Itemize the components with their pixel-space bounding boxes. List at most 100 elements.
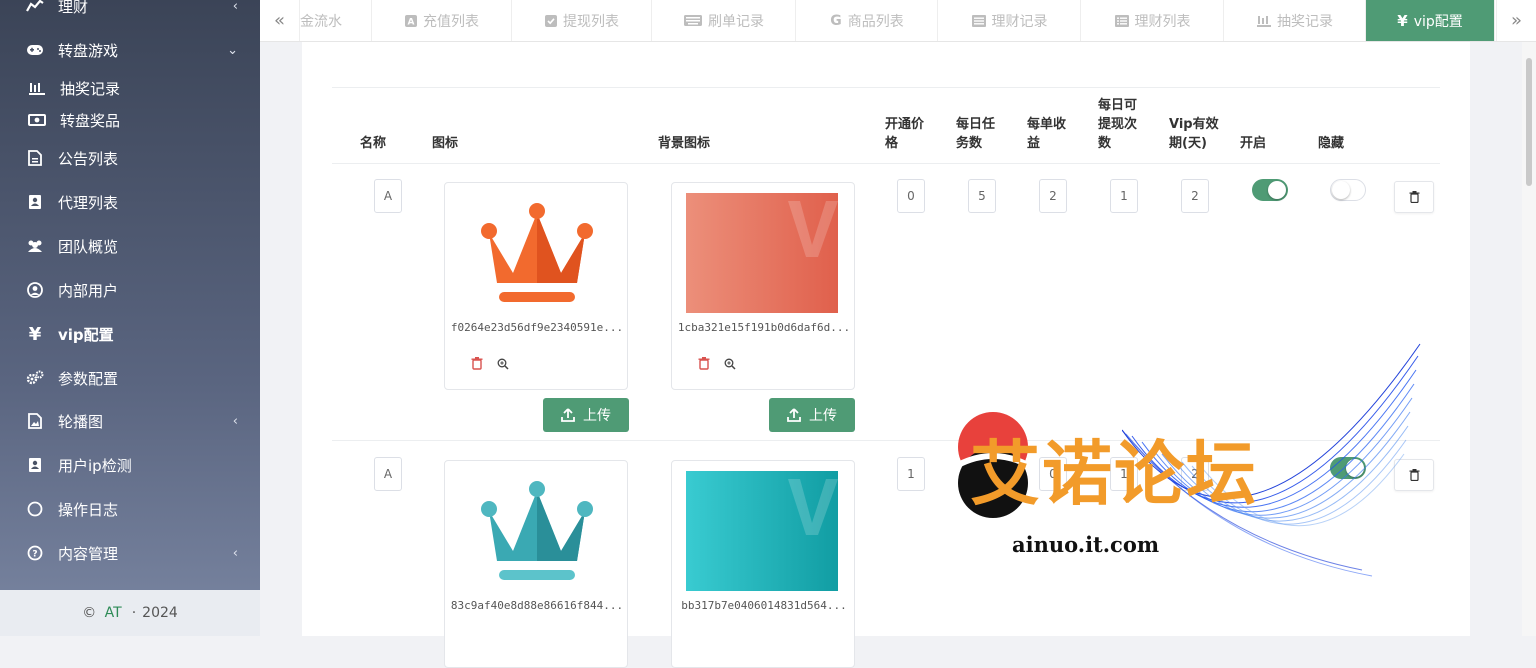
font-icon: A xyxy=(405,14,417,27)
tab-label: 提现列表 xyxy=(563,13,619,30)
zoom-icon[interactable] xyxy=(497,355,509,374)
sidebar-item-label: 理财 xyxy=(58,0,89,16)
sidebar-item-internal-users[interactable]: 内部用户 xyxy=(0,270,260,310)
list-alt-icon xyxy=(1114,14,1129,27)
th-validity-line2: 期(天) xyxy=(1169,136,1207,151)
bg-upload-card: 1cba321e15f191b0d6daf6d... xyxy=(671,182,855,390)
sidebar-item-operation-log[interactable]: 操作日志 xyxy=(0,489,260,529)
footer-separator: · xyxy=(131,605,137,621)
upload-label: 上传 xyxy=(583,408,611,424)
bg-file-name: bb317b7e0406014831d564... xyxy=(681,599,847,612)
tab-recharge-list[interactable]: A 充值列表 xyxy=(373,0,512,41)
price-input[interactable]: 0 xyxy=(897,179,925,213)
sidebar-item-label: 内容管理 xyxy=(58,544,119,563)
sidebar-item-finance[interactable]: 理财 ‹ xyxy=(0,0,260,26)
icon-file-name: f0264e23d56df9e2340591e... xyxy=(450,321,624,334)
sidebar-item-user-ip[interactable]: 用户ip检测 xyxy=(0,445,260,485)
tab-scroll-right-button[interactable]: » xyxy=(1496,0,1536,41)
sidebar-item-label: 公告列表 xyxy=(58,149,119,168)
sidebar-item-label: vip配置 xyxy=(58,325,114,344)
delete-row-button[interactable] xyxy=(1394,181,1434,213)
th-daily-tasks-line2: 务数 xyxy=(956,136,983,151)
th-price-line2: 格 xyxy=(885,136,899,151)
image-icon xyxy=(26,412,44,430)
name-input[interactable]: A xyxy=(374,179,402,213)
sidebar-item-label: 代理列表 xyxy=(58,193,119,212)
tab-finance-list[interactable]: 理财列表 xyxy=(1082,0,1224,41)
sidebar-item-label: 轮播图 xyxy=(58,412,104,431)
th-hidden: 隐藏 xyxy=(1318,136,1345,151)
crown-image xyxy=(481,481,593,580)
th-validity: Vip有效 期(天) xyxy=(1169,115,1219,153)
tab-product-list[interactable]: G 商品列表 xyxy=(797,0,938,41)
toggle-knob xyxy=(1332,181,1350,199)
sidebar-item-carousel[interactable]: 轮播图 ‹ xyxy=(0,401,260,441)
sidebar-item-team-overview[interactable]: 团队概览 xyxy=(0,226,260,266)
price-input[interactable]: 1 xyxy=(897,457,925,491)
th-withdraw: 每日可 提现次 数 xyxy=(1098,96,1137,153)
tab-scroll-left-button[interactable]: « xyxy=(260,0,300,41)
brand-link[interactable]: AT xyxy=(105,605,122,621)
sidebar-item-params[interactable]: 参数配置 xyxy=(0,358,260,398)
tab-label: vip配置 xyxy=(1413,13,1463,30)
document-icon xyxy=(26,149,44,167)
withdraw-input[interactable]: 1 xyxy=(1110,179,1138,213)
sidebar-item-vip-config[interactable]: ¥ vip配置 xyxy=(0,314,260,354)
tab-order-records[interactable]: 刷单记录 xyxy=(653,0,796,41)
trash-icon xyxy=(1409,188,1420,207)
gears-icon xyxy=(26,369,44,387)
icon-upload-button[interactable]: 上传 xyxy=(543,398,629,432)
sidebar-item-wheel-prizes[interactable]: 转盘奖品 xyxy=(0,105,260,135)
name-input[interactable]: A xyxy=(374,457,402,491)
upload-icon xyxy=(561,408,575,422)
sidebar-item-announcements[interactable]: 公告列表 xyxy=(0,138,260,178)
per-order-input[interactable]: 2 xyxy=(1039,179,1067,213)
id-card-icon xyxy=(26,456,44,474)
sidebar-item-label: 转盘奖品 xyxy=(60,111,121,130)
tab-finance-records[interactable]: 理财记录 xyxy=(939,0,1081,41)
th-withdraw-line3: 数 xyxy=(1098,136,1112,151)
sidebar-item-content-management[interactable]: ? 内容管理 ‹ xyxy=(0,533,260,573)
th-name: 名称 xyxy=(360,136,387,151)
scrollbar-thumb[interactable] xyxy=(1526,58,1532,186)
users-icon xyxy=(26,237,44,255)
yen-icon: ¥ xyxy=(1397,11,1408,30)
validity-input[interactable]: 2 xyxy=(1181,179,1209,213)
th-per-order-line2: 益 xyxy=(1027,136,1041,151)
sidebar: 理财 ‹ 转盘游戏 ⌄ 抽奖记录 转盘奖品 公告列表 代理列表 团队概览 内部用… xyxy=(0,0,260,636)
tab-withdraw-list[interactable]: 提现列表 xyxy=(513,0,652,41)
th-per-order-line1: 每单收 xyxy=(1027,117,1067,132)
th-price-line1: 开通价 xyxy=(885,117,925,132)
sidebar-item-agents[interactable]: 代理列表 xyxy=(0,182,260,222)
tab-vip-config[interactable]: ¥ vip配置 xyxy=(1366,0,1495,41)
sidebar-item-label: 内部用户 xyxy=(58,281,119,300)
vertical-scrollbar[interactable] xyxy=(1522,42,1536,636)
icon-upload-card: 83c9af40e8d88e86616f844... xyxy=(444,460,628,668)
tab-fund-flow[interactable]: 金流水 xyxy=(300,0,372,41)
google-icon: G xyxy=(830,12,842,29)
upload-label: 上传 xyxy=(809,408,837,424)
daily-tasks-input[interactable]: 5 xyxy=(968,179,996,213)
sidebar-footer: © AT · 2024 xyxy=(0,590,260,636)
gamepad-icon xyxy=(26,41,44,59)
delete-icon[interactable] xyxy=(698,355,710,374)
sidebar-item-lottery-records[interactable]: 抽奖记录 xyxy=(0,73,260,103)
tab-lottery-records[interactable]: 抽奖记录 xyxy=(1225,0,1366,41)
th-per-order: 每单收 益 xyxy=(1027,115,1066,153)
delete-icon[interactable] xyxy=(471,355,483,374)
tab-label: 理财记录 xyxy=(991,13,1048,30)
th-bg-icon: 背景图标 xyxy=(658,136,711,151)
th-enabled: 开启 xyxy=(1240,136,1267,151)
bg-file-name: 1cba321e15f191b0d6daf6d... xyxy=(677,321,851,334)
th-withdraw-line2: 提现次 xyxy=(1098,117,1138,132)
bg-upload-button[interactable]: 上传 xyxy=(769,398,855,432)
enabled-toggle[interactable] xyxy=(1252,179,1288,201)
hidden-toggle[interactable] xyxy=(1330,179,1366,201)
zoom-icon[interactable] xyxy=(724,355,736,374)
sidebar-item-wheel-game[interactable]: 转盘游戏 ⌄ xyxy=(0,30,260,70)
icon-file-name: 83c9af40e8d88e86616f844... xyxy=(450,599,624,612)
tab-label: 金流水 xyxy=(300,13,342,30)
sidebar-item-label: 用户ip检测 xyxy=(58,456,132,475)
sidebar-item-label: 团队概览 xyxy=(58,237,119,256)
upload-icon xyxy=(787,408,801,422)
